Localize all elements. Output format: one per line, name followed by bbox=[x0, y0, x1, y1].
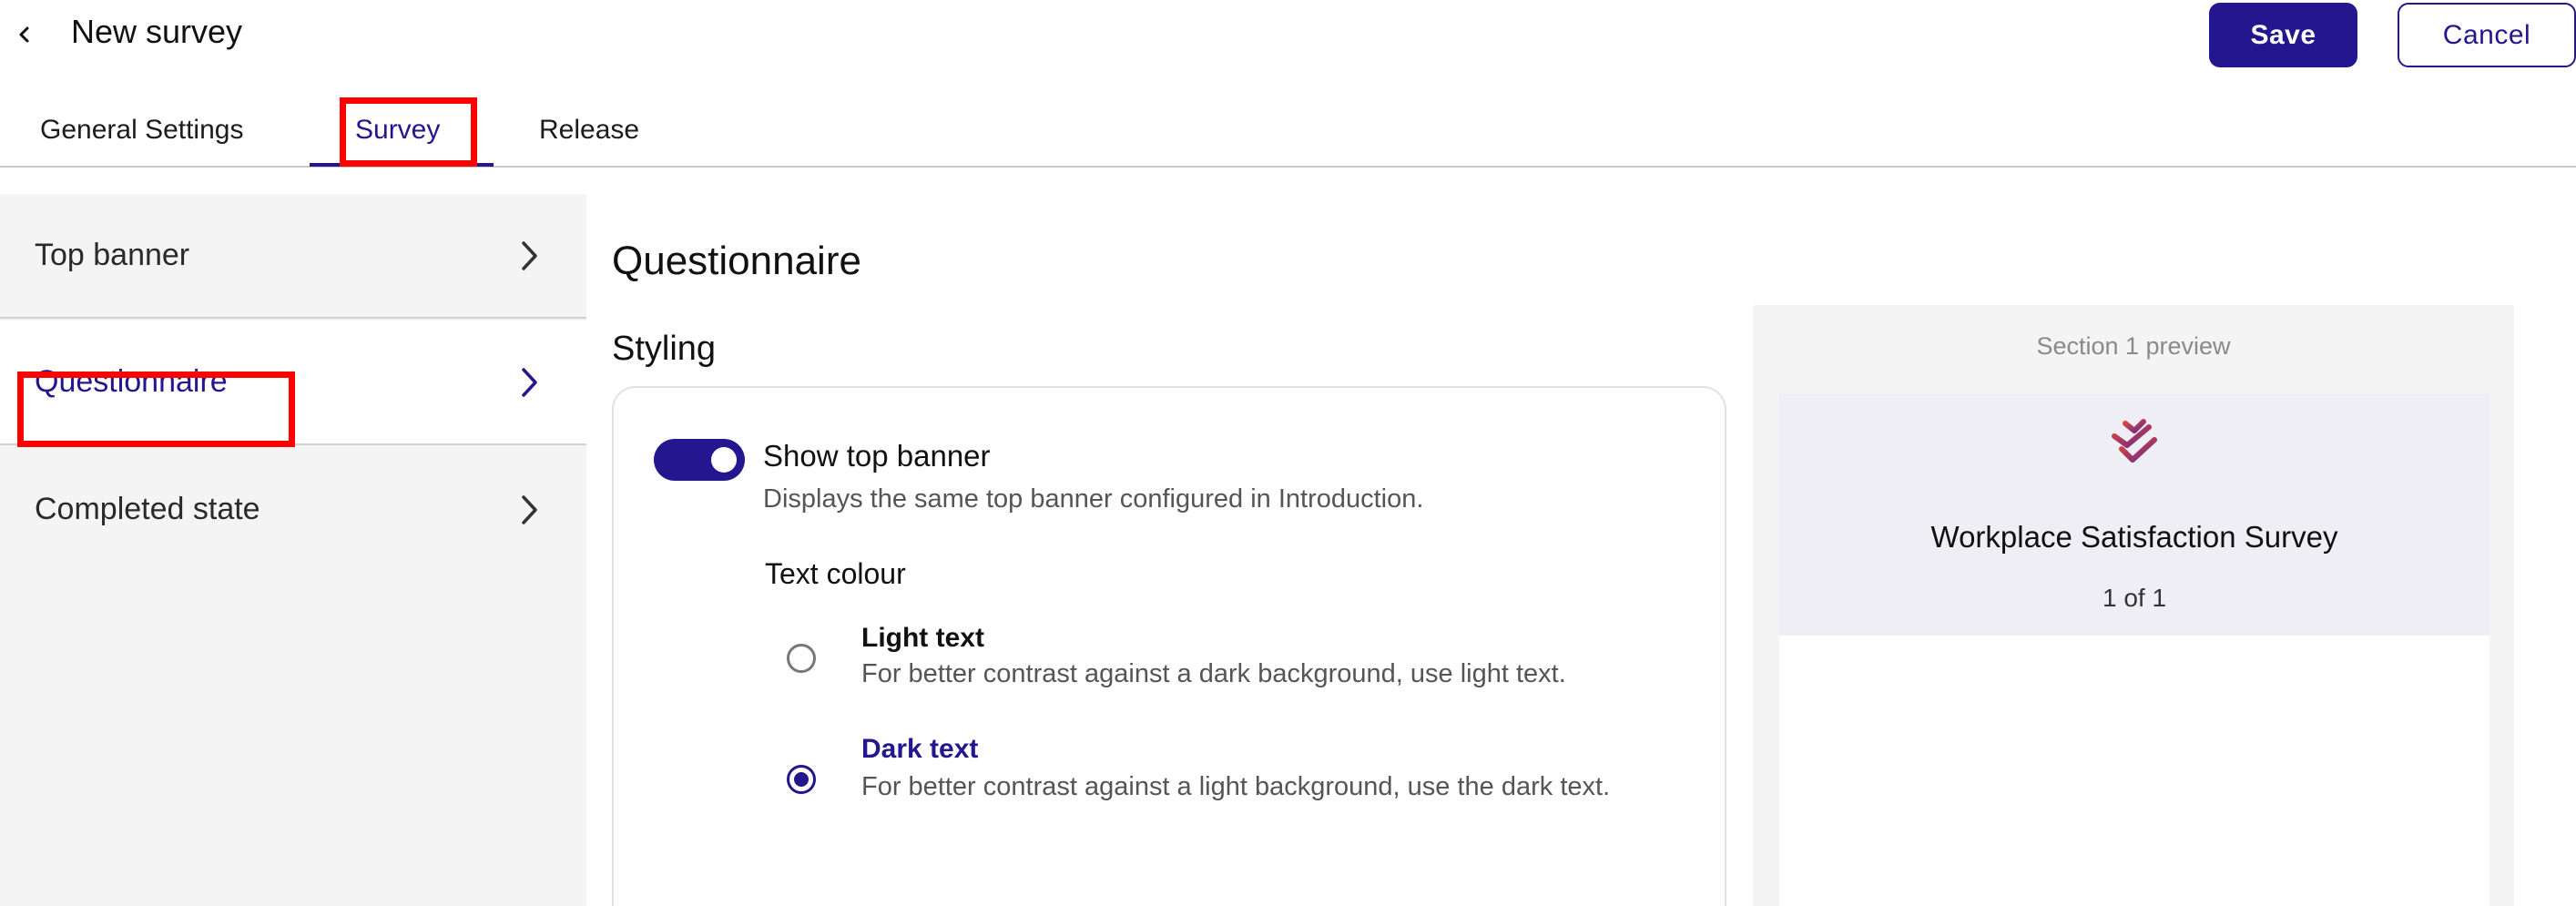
preview-label: Section 1 preview bbox=[2036, 332, 2231, 360]
tab-general-settings[interactable]: General Settings bbox=[40, 115, 243, 146]
preview-body bbox=[1779, 636, 2489, 906]
sidebar: Top banner Questionnaire Completed state bbox=[0, 194, 586, 906]
light-text-label: Light text bbox=[861, 623, 984, 653]
active-tab-indicator bbox=[310, 163, 494, 167]
page-title: New survey bbox=[71, 13, 243, 50]
sidebar-item-label: Completed state bbox=[35, 492, 260, 526]
dark-text-label: Dark text bbox=[861, 734, 979, 764]
chevron-left-icon bbox=[19, 26, 29, 43]
toggle-knob bbox=[711, 447, 737, 473]
text-colour-heading: Text colour bbox=[765, 557, 906, 590]
dark-text-radio[interactable] bbox=[787, 765, 816, 794]
styling-card: Show top banner Displays the same top ba… bbox=[612, 386, 1726, 906]
preview-top-banner: Workplace Satisfaction Survey 1 of 1 bbox=[1779, 394, 2489, 636]
tab-survey[interactable]: Survey bbox=[355, 115, 440, 146]
light-text-radio[interactable] bbox=[787, 644, 816, 673]
radio-selected-dot bbox=[794, 772, 809, 787]
sidebar-item-questionnaire[interactable]: Questionnaire bbox=[0, 321, 586, 445]
save-button[interactable]: Save bbox=[2209, 3, 2357, 67]
preview-survey-title: Workplace Satisfaction Survey bbox=[1930, 520, 2338, 554]
light-text-description: For better contrast against a dark backg… bbox=[861, 659, 1566, 688]
dark-text-description: For better contrast against a light back… bbox=[861, 772, 1611, 801]
sidebar-item-label: Questionnaire bbox=[35, 364, 228, 399]
sidebar-item-completed-state[interactable]: Completed state bbox=[0, 447, 586, 572]
styling-heading: Styling bbox=[612, 330, 717, 368]
toggle-label: Show top banner bbox=[763, 439, 991, 473]
section-preview-panel: Section 1 preview Workplace Satisfaction… bbox=[1753, 305, 2514, 906]
preview-page-indicator: 1 of 1 bbox=[2102, 584, 2167, 612]
section-heading: Questionnaire bbox=[612, 239, 861, 283]
sidebar-item-label: Top banner bbox=[35, 238, 190, 272]
chevron-right-icon bbox=[522, 240, 537, 270]
chevron-right-icon bbox=[522, 367, 537, 397]
sidebar-item-top-banner[interactable]: Top banner bbox=[0, 194, 586, 319]
brand-logo-icon bbox=[2112, 419, 2157, 463]
tab-release[interactable]: Release bbox=[539, 115, 639, 146]
show-top-banner-toggle[interactable] bbox=[654, 439, 745, 481]
chevron-right-icon bbox=[522, 494, 537, 524]
tab-bar: General Settings Survey Release bbox=[0, 98, 2576, 168]
toggle-description: Displays the same top banner configured … bbox=[763, 484, 1424, 514]
back-button[interactable] bbox=[11, 16, 38, 53]
cancel-button[interactable]: Cancel bbox=[2398, 3, 2576, 67]
